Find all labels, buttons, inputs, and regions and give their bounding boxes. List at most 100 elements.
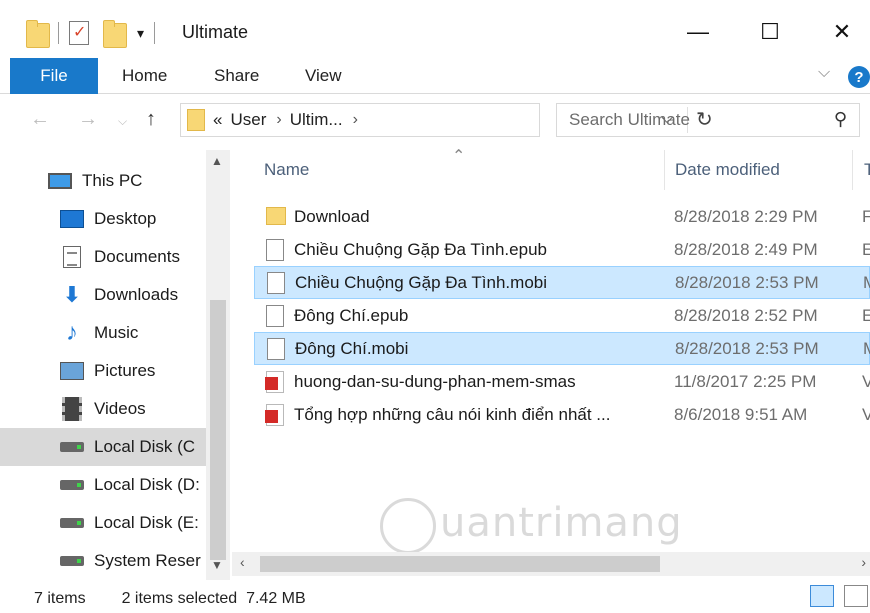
file-icon bbox=[267, 337, 285, 360]
file-name: huong-dan-su-dung-phan-mem-smas bbox=[294, 371, 576, 391]
horizontal-scroll-thumb[interactable] bbox=[260, 556, 660, 572]
file-row[interactable]: Download 8/28/2018 2:29 PM F bbox=[254, 200, 870, 233]
details-view-icon[interactable] bbox=[810, 585, 834, 607]
file-date: 11/8/2017 2:25 PM bbox=[674, 371, 817, 391]
large-icons-view-icon[interactable] bbox=[844, 585, 868, 607]
nav-item-desktop[interactable]: Desktop bbox=[0, 200, 206, 238]
column-divider[interactable] bbox=[852, 150, 853, 190]
scroll-down-icon[interactable]: ▼ bbox=[211, 558, 223, 572]
help-icon[interactable]: ? bbox=[848, 66, 870, 88]
file-name: Chiều Chuộng Gặp Đa Tình.epub bbox=[294, 239, 547, 259]
file-name: Đông Chí.epub bbox=[294, 305, 409, 325]
file-row-selected[interactable]: Đông Chí.mobi 8/28/2018 2:53 PM M bbox=[254, 332, 870, 365]
expand-ribbon-icon[interactable]: ⌵ bbox=[818, 64, 830, 82]
title-bar: ▾ Ultimate — ☐ ✕ bbox=[0, 0, 870, 58]
videos-icon bbox=[60, 397, 84, 421]
file-type: V bbox=[862, 371, 870, 391]
file-date: 8/28/2018 2:53 PM bbox=[675, 338, 819, 358]
nav-item-label: Documents bbox=[94, 247, 180, 266]
tab-file[interactable]: File bbox=[10, 58, 98, 94]
file-icon bbox=[267, 271, 285, 294]
nav-item-documents[interactable]: Documents bbox=[0, 238, 206, 276]
tab-view[interactable]: View bbox=[305, 58, 342, 94]
file-type: E bbox=[862, 239, 870, 259]
file-icon bbox=[266, 238, 284, 261]
horizontal-scrollbar[interactable]: ‹ › bbox=[232, 552, 870, 576]
navigation-pane: This PC Desktop Documents ⬇ Downloads ♪ … bbox=[0, 150, 232, 580]
chevron-right-icon[interactable]: › bbox=[276, 111, 281, 129]
nav-item-system-reserved[interactable]: System Reser bbox=[0, 542, 206, 580]
computer-icon bbox=[48, 170, 72, 192]
search-icon: ⚲ bbox=[833, 109, 847, 129]
file-name: Tổng hợp những câu nói kinh điển nhất ..… bbox=[294, 404, 611, 424]
sort-ascending-icon: ⌃ bbox=[452, 148, 466, 165]
forward-arrow-icon[interactable]: → bbox=[78, 108, 98, 131]
nav-item-local-disk-e[interactable]: Local Disk (E: bbox=[0, 504, 206, 542]
nav-scrollbar[interactable]: ▲ ▼ bbox=[206, 150, 230, 580]
file-row[interactable]: Chiều Chuộng Gặp Đa Tình.epub 8/28/2018 … bbox=[254, 233, 870, 266]
file-row[interactable]: huong-dan-su-dung-phan-mem-smas 11/8/201… bbox=[254, 365, 870, 398]
minimize-button[interactable]: — bbox=[678, 14, 718, 50]
quick-access-toolbar: ▾ bbox=[26, 18, 165, 48]
nav-item-label: Videos bbox=[94, 399, 146, 418]
item-count: 7 items bbox=[34, 590, 86, 607]
nav-item-this-pc[interactable]: This PC bbox=[0, 162, 206, 200]
breadcrumb-ultimate[interactable]: Ultim... bbox=[290, 110, 343, 130]
file-type: M bbox=[863, 273, 870, 293]
scroll-left-icon[interactable]: ‹ bbox=[240, 554, 245, 570]
disk-icon bbox=[60, 512, 84, 534]
properties-icon[interactable] bbox=[69, 21, 89, 45]
address-row: ← → ⌵ ↑ « User › Ultim... › ⌵ ↻ Search U… bbox=[0, 94, 870, 150]
nav-item-label: System Reser bbox=[94, 551, 201, 570]
divider bbox=[154, 22, 156, 44]
scroll-up-icon[interactable]: ▲ bbox=[211, 154, 223, 168]
back-arrow-icon[interactable]: ← bbox=[30, 108, 50, 131]
desktop-icon bbox=[60, 208, 84, 230]
nav-item-label: Downloads bbox=[94, 285, 179, 304]
pdf-icon bbox=[265, 403, 284, 426]
disk-icon bbox=[60, 436, 84, 458]
music-icon: ♪ bbox=[66, 319, 78, 346]
nav-item-pictures[interactable]: Pictures bbox=[0, 352, 206, 390]
file-row-selected[interactable]: Chiều Chuộng Gặp Đa Tình.mobi 8/28/2018 … bbox=[254, 266, 870, 299]
tab-home[interactable]: Home bbox=[122, 58, 167, 94]
close-button[interactable]: ✕ bbox=[822, 14, 862, 50]
column-header-date-modified[interactable]: Date modified bbox=[675, 150, 780, 190]
tab-share[interactable]: Share bbox=[214, 58, 259, 94]
maximize-button[interactable]: ☐ bbox=[750, 14, 790, 50]
watermark: uantrimang bbox=[440, 500, 683, 546]
file-date: 8/28/2018 2:52 PM bbox=[674, 305, 818, 325]
file-row[interactable]: Đông Chí.epub 8/28/2018 2:52 PM E bbox=[254, 299, 870, 332]
nav-item-downloads[interactable]: ⬇ Downloads bbox=[0, 276, 206, 314]
file-type: V bbox=[862, 404, 870, 424]
file-row[interactable]: Tổng hợp những câu nói kinh điển nhất ..… bbox=[254, 398, 870, 431]
pictures-icon bbox=[60, 360, 84, 382]
divider bbox=[58, 22, 59, 44]
chevron-right-icon[interactable]: › bbox=[353, 111, 358, 129]
nav-item-label: Music bbox=[94, 323, 139, 342]
column-header-name[interactable]: Name bbox=[264, 150, 309, 190]
ribbon-tabs: File Home Share View ⌵ ? bbox=[0, 58, 870, 94]
column-header-type[interactable]: T bbox=[864, 150, 870, 190]
file-date: 8/28/2018 2:29 PM bbox=[674, 206, 818, 226]
folder-icon[interactable] bbox=[26, 20, 50, 48]
nav-item-videos[interactable]: Videos bbox=[0, 390, 206, 428]
up-arrow-icon[interactable]: ↑ bbox=[146, 108, 156, 131]
pdf-icon bbox=[265, 370, 284, 393]
search-input[interactable]: Search Ultimate ⚲ bbox=[556, 103, 860, 137]
breadcrumb-user[interactable]: User bbox=[230, 110, 266, 130]
breadcrumb-overflow[interactable]: « bbox=[213, 110, 222, 130]
address-bar[interactable]: « User › Ultim... › ⌵ ↻ bbox=[180, 103, 713, 137]
nav-item-music[interactable]: ♪ Music bbox=[0, 314, 206, 352]
nav-scroll-thumb[interactable] bbox=[210, 300, 226, 560]
nav-item-local-disk-c[interactable]: Local Disk (C bbox=[0, 428, 206, 466]
recent-locations-icon[interactable]: ⌵ bbox=[118, 114, 127, 129]
customize-toolbar-dropdown-icon[interactable]: ▾ bbox=[137, 25, 144, 42]
nav-item-local-disk-d[interactable]: Local Disk (D: bbox=[0, 466, 206, 504]
file-name: Đông Chí.mobi bbox=[295, 338, 409, 358]
file-type: F bbox=[862, 206, 870, 226]
new-folder-icon[interactable] bbox=[103, 20, 127, 48]
file-type: M bbox=[863, 339, 870, 359]
scroll-right-icon[interactable]: › bbox=[861, 554, 866, 570]
column-divider[interactable] bbox=[664, 150, 665, 190]
